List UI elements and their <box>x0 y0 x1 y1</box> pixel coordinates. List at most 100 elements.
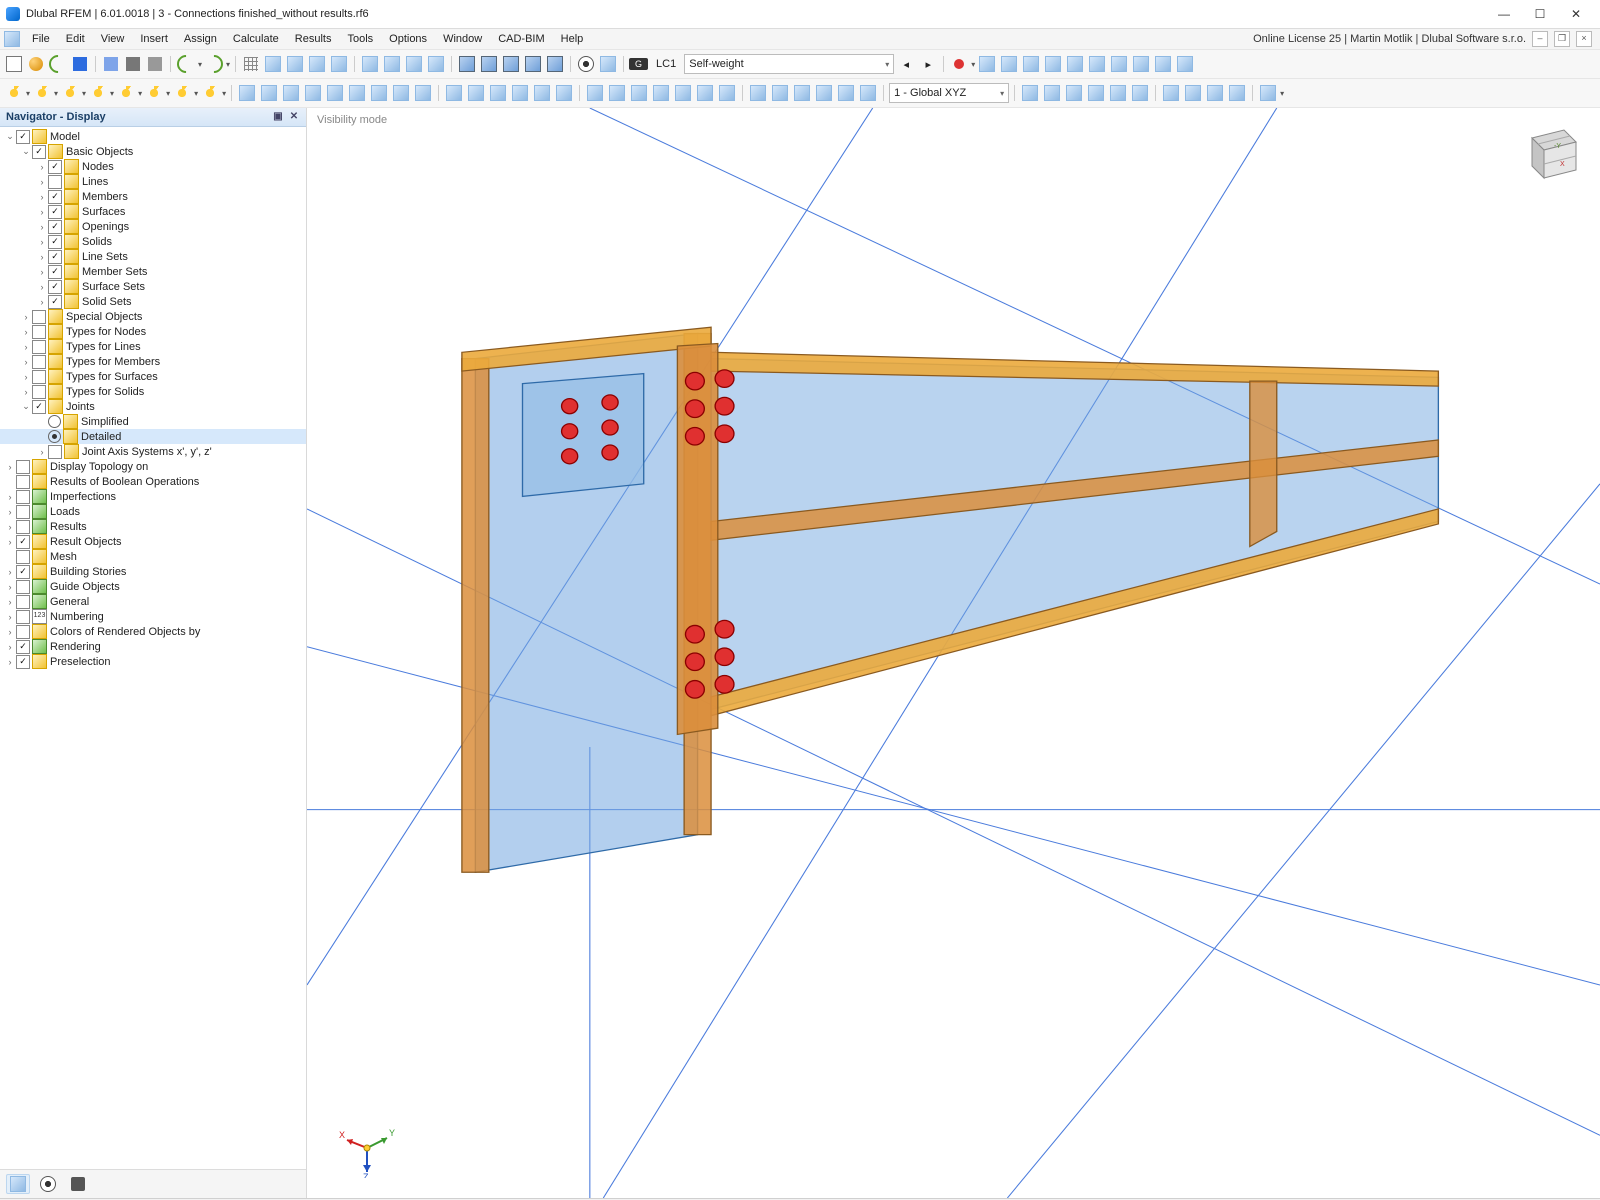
tree-checkbox[interactable]: ✓ <box>48 160 62 174</box>
render-1-button[interactable] <box>748 83 768 103</box>
tree-item-display-topology-on[interactable]: ›Display Topology on <box>0 459 306 474</box>
tree-twisty[interactable]: ⌄ <box>20 401 32 412</box>
tree-twisty[interactable]: › <box>20 357 32 367</box>
tree-checkbox[interactable] <box>16 490 30 504</box>
imperf-tool[interactable] <box>554 83 574 103</box>
tree-twisty[interactable]: › <box>20 372 32 382</box>
tree-item-nodes[interactable]: ›✓Nodes <box>0 159 306 174</box>
load-member-tool[interactable] <box>488 83 508 103</box>
tree-twisty[interactable]: › <box>4 462 16 472</box>
pin-1-dropdown[interactable]: ▾ <box>971 60 975 69</box>
set-tool[interactable] <box>172 83 192 103</box>
tree-item-types-for-solids[interactable]: ›Types for Solids <box>0 384 306 399</box>
pin-5-button[interactable] <box>1043 54 1063 74</box>
view-cube[interactable]: -Y X <box>1516 118 1580 182</box>
navigator-close-button[interactable]: ✕ <box>288 111 300 123</box>
menu-view[interactable]: View <box>93 31 133 47</box>
render-4-button[interactable] <box>814 83 834 103</box>
tree-item-lines[interactable]: ›Lines <box>0 174 306 189</box>
loadcase-prev-button[interactable]: ◂ <box>896 54 916 74</box>
module-3-button[interactable] <box>404 54 424 74</box>
copy-tool[interactable] <box>237 83 257 103</box>
tree-item-openings[interactable]: ›✓Openings <box>0 219 306 234</box>
tree-checkbox[interactable] <box>16 460 30 474</box>
pin-1-button[interactable] <box>949 54 969 74</box>
tree-item-member-sets[interactable]: ›✓Member Sets <box>0 264 306 279</box>
scale-tool[interactable] <box>325 83 345 103</box>
trim-tool[interactable] <box>391 83 411 103</box>
render-6-button[interactable] <box>858 83 878 103</box>
redo-history-dropdown[interactable]: ▾ <box>226 60 230 69</box>
tree-checkbox[interactable] <box>32 340 46 354</box>
tree-twisty[interactable]: › <box>20 312 32 322</box>
menu-results[interactable]: Results <box>287 31 340 47</box>
load-solid-tool[interactable] <box>532 83 552 103</box>
tree-item-solid-sets[interactable]: ›✓Solid Sets <box>0 294 306 309</box>
viewport-3d[interactable]: Visibility mode <box>307 108 1600 1198</box>
menu-tools[interactable]: Tools <box>339 31 381 47</box>
visibility-button[interactable] <box>576 54 596 74</box>
tree-item-types-for-surfaces[interactable]: ›Types for Surfaces <box>0 369 306 384</box>
tree-twisty[interactable]: › <box>36 252 48 262</box>
support-tool-dropdown[interactable]: ▾ <box>222 89 226 98</box>
palette-dropdown[interactable]: ▾ <box>1280 89 1284 98</box>
tree-twisty[interactable]: › <box>20 342 32 352</box>
line-tool[interactable] <box>32 83 52 103</box>
loadcase-next-button[interactable]: ▸ <box>918 54 938 74</box>
print-report-button[interactable] <box>145 54 165 74</box>
tree-checkbox[interactable] <box>16 550 30 564</box>
open-button[interactable] <box>26 54 46 74</box>
node-tool[interactable] <box>4 83 24 103</box>
grid-tool-button[interactable] <box>695 83 715 103</box>
tree-twisty[interactable]: › <box>36 162 48 172</box>
view-iso-button[interactable] <box>479 54 499 74</box>
navigator-tree[interactable]: ⌄✓Model⌄✓Basic Objects›✓Nodes›Lines›✓Mem… <box>0 127 306 1169</box>
tree-twisty[interactable]: › <box>36 222 48 232</box>
tree-checkbox[interactable]: ✓ <box>48 205 62 219</box>
tree-item-colors-of-rendered-objects-by[interactable]: ›Colors of Rendered Objects by <box>0 624 306 639</box>
mirror-tool[interactable] <box>281 83 301 103</box>
pin-11-button[interactable] <box>1175 54 1195 74</box>
menu-cadbim[interactable]: CAD-BIM <box>490 31 552 47</box>
tree-twisty[interactable]: › <box>4 597 16 607</box>
tree-checkbox[interactable]: ✓ <box>48 190 62 204</box>
tree-checkbox[interactable]: ✓ <box>48 265 62 279</box>
support-tool[interactable] <box>200 83 220 103</box>
tree-twisty[interactable]: › <box>4 612 16 622</box>
tree-twisty[interactable]: › <box>20 387 32 397</box>
navigator-autohide-button[interactable]: ▣ <box>272 111 284 123</box>
cs-tool-5[interactable] <box>1108 83 1128 103</box>
solid-tool[interactable] <box>144 83 164 103</box>
new-button[interactable] <box>4 54 24 74</box>
tree-twisty[interactable]: › <box>36 207 48 217</box>
extra-tool-1[interactable] <box>1161 83 1181 103</box>
tree-item-surfaces[interactable]: ›✓Surfaces <box>0 204 306 219</box>
module-4-button[interactable] <box>426 54 446 74</box>
tree-twisty[interactable]: ⌄ <box>4 131 16 142</box>
tree-checkbox[interactable] <box>48 445 62 459</box>
tree-item-detailed[interactable]: Detailed <box>0 429 306 444</box>
render-3-button[interactable] <box>792 83 812 103</box>
palette-button[interactable] <box>1258 83 1278 103</box>
navigator-tab-camera[interactable] <box>66 1174 90 1194</box>
navigator-tab-display[interactable] <box>6 1174 30 1194</box>
save-all-button[interactable] <box>101 54 121 74</box>
tree-radio[interactable] <box>48 430 61 443</box>
extend-tool[interactable] <box>369 83 389 103</box>
pin-6-button[interactable] <box>1065 54 1085 74</box>
load-line-tool[interactable] <box>466 83 486 103</box>
load-surface-tool[interactable] <box>510 83 530 103</box>
tree-checkbox[interactable] <box>32 325 46 339</box>
snap-tool[interactable] <box>717 83 737 103</box>
menu-help[interactable]: Help <box>553 31 592 47</box>
tree-checkbox[interactable] <box>16 595 30 609</box>
tree-checkbox[interactable]: ✓ <box>48 235 62 249</box>
loadcase-combo[interactable]: Self-weight ▾ <box>684 54 894 74</box>
tree-twisty[interactable]: › <box>4 507 16 517</box>
tree-checkbox[interactable] <box>16 505 30 519</box>
doc-close-button[interactable]: × <box>1576 31 1592 47</box>
tree-checkbox[interactable]: ✓ <box>32 145 46 159</box>
tree-checkbox[interactable] <box>32 310 46 324</box>
tree-twisty[interactable]: ⌄ <box>20 146 32 157</box>
tree-checkbox[interactable]: ✓ <box>16 565 30 579</box>
